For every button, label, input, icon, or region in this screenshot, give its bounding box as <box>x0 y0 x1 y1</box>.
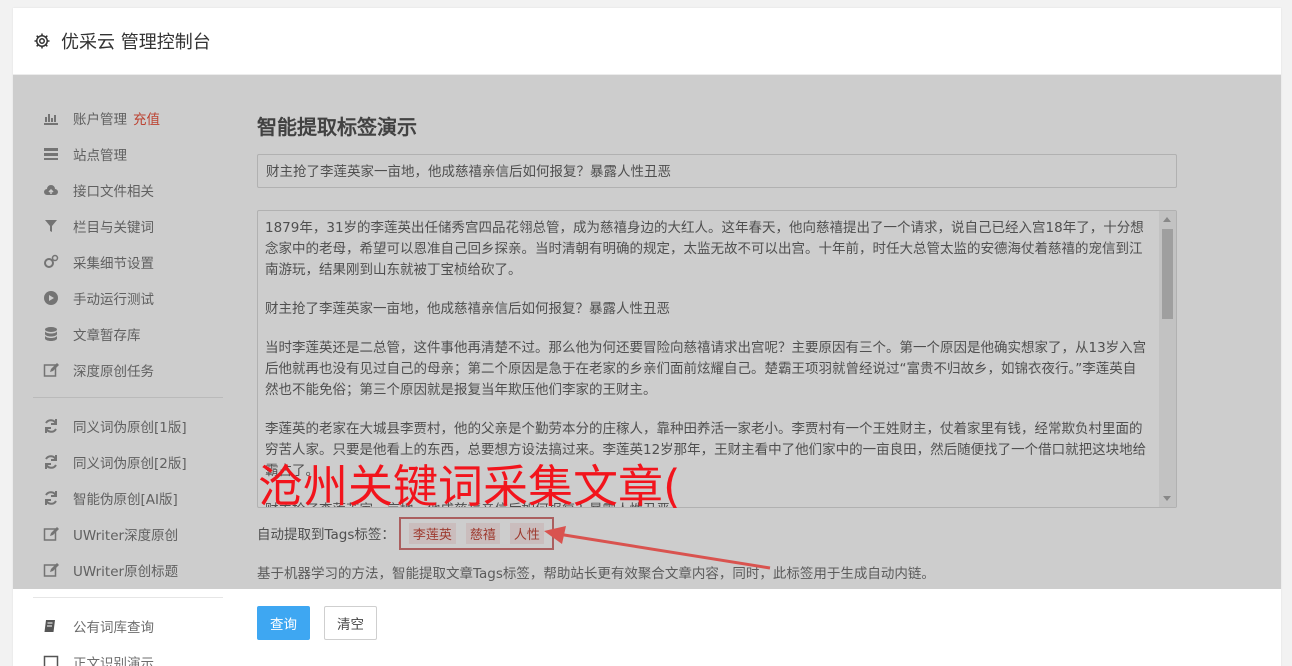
scroll-down-icon[interactable] <box>1163 496 1171 501</box>
server-icon <box>43 146 59 162</box>
sidebar-item-label: 同义词伪原创[2版] <box>73 456 187 472</box>
sidebar-item-label: 站点管理 <box>73 148 127 164</box>
article-paragraph: 李莲英的老家在大城县李贾村，他的父亲是个勤劳本分的庄稼人，靠种田养活一家老小。李… <box>265 421 1147 479</box>
book-icon <box>43 618 59 634</box>
article-paragraph: 财主抢了李莲英家一亩地，他成慈禧亲信后如何报复？暴露人性丑恶 <box>265 500 1148 507</box>
gears-icon <box>43 254 59 270</box>
sidebar-item-article-storage[interactable]: 文章暂存库 <box>33 316 223 352</box>
sidebar-item-label: UWriter深度原创 <box>73 528 179 544</box>
textarea-scrollbar[interactable] <box>1159 211 1176 507</box>
article-title-input[interactable]: 财主抢了李莲英家一亩地，他成慈禧亲信后如何报复？暴露人性丑恶 <box>257 154 1177 188</box>
tag-chip: 慈禧 <box>465 522 500 544</box>
sidebar-item-label: 公有词库查询 <box>73 620 154 636</box>
filter-icon <box>43 218 59 234</box>
sidebar-item-text-recognition[interactable]: 正文识别演示 <box>33 644 223 666</box>
action-buttons: 查询 清空 <box>257 606 1177 640</box>
recharge-link[interactable]: 充值 <box>133 108 160 128</box>
cloud-upload-icon <box>43 182 59 198</box>
sidebar-item-label: 正文识别演示 <box>73 656 154 666</box>
edit-icon <box>43 526 59 542</box>
tags-box: 李莲英 慈禧 人性 <box>398 516 554 550</box>
page-title: 智能提取标签演示 <box>257 115 417 139</box>
tag-chip: 人性 <box>509 522 544 544</box>
query-button[interactable]: 查询 <box>257 606 310 640</box>
gear-icon <box>34 33 50 49</box>
tags-row: 自动提取到Tags标签： 李莲英 慈禧 人性 <box>257 516 1177 550</box>
main-panel: 智能提取标签演示 财主抢了李莲英家一亩地，他成慈禧亲信后如何报复？暴露人性丑恶 … <box>257 98 1177 640</box>
sidebar-item-label: 手动运行测试 <box>73 292 154 308</box>
sidebar-item-ai-original[interactable]: 智能伪原创[AI版] <box>33 480 223 516</box>
tag-chip: 李莲英 <box>408 522 456 544</box>
sidebar-item-label: 深度原创任务 <box>73 364 154 380</box>
sidebar-item-synonym-v1[interactable]: 同义词伪原创[1版] <box>33 408 223 444</box>
sidebar-item-label: 同义词伪原创[1版] <box>73 420 187 436</box>
sidebar-item-uwriter-title[interactable]: UWriter原创标题 <box>33 552 223 588</box>
refresh-icon <box>43 454 59 470</box>
edit-icon <box>43 562 59 578</box>
sidebar-item-label: 智能伪原创[AI版] <box>73 492 178 508</box>
sidebar: 账户管理 充值 站点管理 接口文件相关 栏目与关键词 采集细节设置 手动运行测试… <box>33 100 223 666</box>
bar-chart-icon <box>43 110 59 126</box>
sidebar-divider <box>33 397 223 398</box>
sidebar-item-interface[interactable]: 接口文件相关 <box>33 172 223 208</box>
sidebar-item-label: 栏目与关键词 <box>73 220 154 236</box>
sidebar-item-label: 文章暂存库 <box>73 328 141 344</box>
sidebar-item-label: 接口文件相关 <box>73 184 154 200</box>
sidebar-item-synonym-v2[interactable]: 同义词伪原创[2版] <box>33 444 223 480</box>
tags-label: 自动提取到Tags标签： <box>257 527 395 543</box>
article-paragraph: 1879年，31岁的李莲英出任储秀宫四品花翎总管，成为慈禧身边的大红人。这年春天… <box>265 220 1144 278</box>
sidebar-item-collect-settings[interactable]: 采集细节设置 <box>33 244 223 280</box>
header: 优采云 管理控制台 <box>13 8 1281 75</box>
square-icon <box>43 654 59 666</box>
article-paragraph: 财主抢了李莲英家一亩地，他成慈禧亲信后如何报复？暴露人性丑恶 <box>265 301 670 317</box>
article-body: 1879年，31岁的李莲英出任储秀宫四品花翎总管，成为慈禧身边的大红人。这年春天… <box>258 211 1176 507</box>
database-icon <box>43 326 59 342</box>
sidebar-item-account[interactable]: 账户管理 充值 <box>33 100 223 136</box>
scroll-up-icon[interactable] <box>1163 217 1171 222</box>
article-textarea[interactable]: 1879年，31岁的李莲英出任储秀宫四品花翎总管，成为慈禧身边的大红人。这年春天… <box>257 210 1177 508</box>
sidebar-item-keywords[interactable]: 栏目与关键词 <box>33 208 223 244</box>
play-icon <box>43 290 59 306</box>
sidebar-item-deep-original[interactable]: 深度原创任务 <box>33 352 223 388</box>
feature-description: 基于机器学习的方法，智能提取文章Tags标签，帮助站长更有效聚合文章内容，同时，… <box>257 566 935 582</box>
console-card: 优采云 管理控制台 账户管理 充值 站点管理 接口文件相关 栏目与关键词 采集细… <box>13 8 1281 666</box>
sidebar-divider <box>33 597 223 598</box>
sidebar-item-sites[interactable]: 站点管理 <box>33 136 223 172</box>
app-title: 优采云 管理控制台 <box>61 32 211 53</box>
scroll-thumb[interactable] <box>1162 229 1173 319</box>
sidebar-item-manual-run[interactable]: 手动运行测试 <box>33 280 223 316</box>
refresh-icon <box>43 490 59 506</box>
article-paragraph: 当时李莲英还是二总管，这件事他再清楚不过。那么他为何还要冒险向慈禧请求出宫呢？主… <box>265 340 1147 398</box>
edit-icon <box>43 362 59 378</box>
refresh-icon <box>43 418 59 434</box>
sidebar-item-label: 账户管理 <box>73 112 127 128</box>
sidebar-item-label: UWriter原创标题 <box>73 564 179 580</box>
clear-button[interactable]: 清空 <box>324 606 377 640</box>
sidebar-item-uwriter-deep[interactable]: UWriter深度原创 <box>33 516 223 552</box>
sidebar-item-label: 采集细节设置 <box>73 256 154 272</box>
sidebar-item-public-lexicon[interactable]: 公有词库查询 <box>33 608 223 644</box>
